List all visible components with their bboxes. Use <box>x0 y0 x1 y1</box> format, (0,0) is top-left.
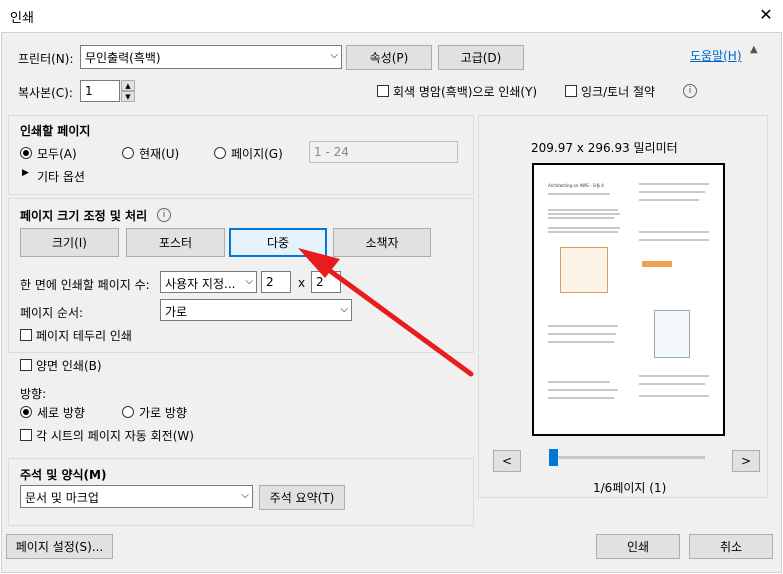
annotation-arrow-icon <box>298 248 474 377</box>
